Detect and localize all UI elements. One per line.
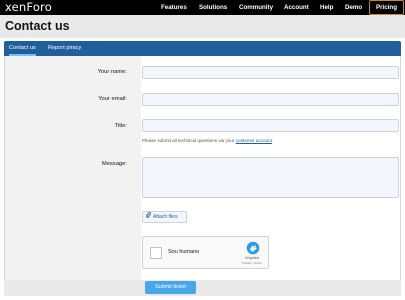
tab-bar: Contact us Report piracy [4, 41, 401, 56]
title-hint: Please submit all technical questions vi… [142, 138, 273, 143]
nav-solutions[interactable]: Solutions [199, 0, 227, 15]
title-hint-prefix: Please submit all technical questions vi… [142, 138, 236, 143]
hcaptcha-widget: Sou humano hCaptcha Privacy - Terms [142, 236, 269, 269]
hcaptcha-brand: hCaptcha [244, 256, 260, 260]
tab-contact-us[interactable]: Contact us [9, 41, 36, 56]
attach-files-button[interactable]: Attach files [142, 211, 187, 223]
page-title: Contact us [5, 19, 70, 33]
captcha-checkbox-label: Sou humano [168, 249, 200, 255]
title-band: Contact us [0, 15, 405, 38]
hcaptcha-logo-icon [246, 241, 260, 255]
title-hint-suffix: . [271, 138, 274, 143]
nav-community[interactable]: Community [239, 0, 273, 15]
title-label: Title: [114, 123, 127, 129]
customer-account-link[interactable]: customer account [236, 138, 272, 143]
contact-form: Your name: Your email: Title: Please sub… [4, 56, 401, 294]
top-navigation: xenForo Features Solutions Community Acc… [0, 0, 405, 15]
nav-help[interactable]: Help [320, 0, 333, 15]
your-name-label: Your name: [97, 69, 127, 75]
paperclip-icon [145, 211, 152, 222]
title-input[interactable] [142, 119, 399, 132]
nav-account[interactable]: Account [284, 0, 309, 15]
nav-demo[interactable]: Demo [345, 0, 362, 15]
your-email-label: Your email: [98, 96, 127, 102]
nav-features[interactable]: Features [161, 0, 187, 15]
submit-ticket-button[interactable]: Submit ticket [145, 281, 196, 294]
message-label: Message: [101, 161, 127, 167]
attach-files-label: Attach files [153, 214, 178, 220]
captcha-checkbox[interactable] [150, 247, 162, 259]
submit-row: Submit ticket [4, 280, 401, 296]
message-textarea[interactable] [142, 157, 399, 198]
nav-pricing-button[interactable]: Pricing [369, 0, 404, 15]
label-column [5, 56, 141, 294]
your-email-input[interactable] [142, 93, 399, 106]
your-name-input[interactable] [142, 66, 399, 79]
xenforo-logo[interactable]: xenForo [5, 0, 52, 15]
tab-report-piracy[interactable]: Report piracy [48, 41, 81, 56]
hcaptcha-terms-link[interactable]: Privacy - Terms [235, 261, 269, 265]
